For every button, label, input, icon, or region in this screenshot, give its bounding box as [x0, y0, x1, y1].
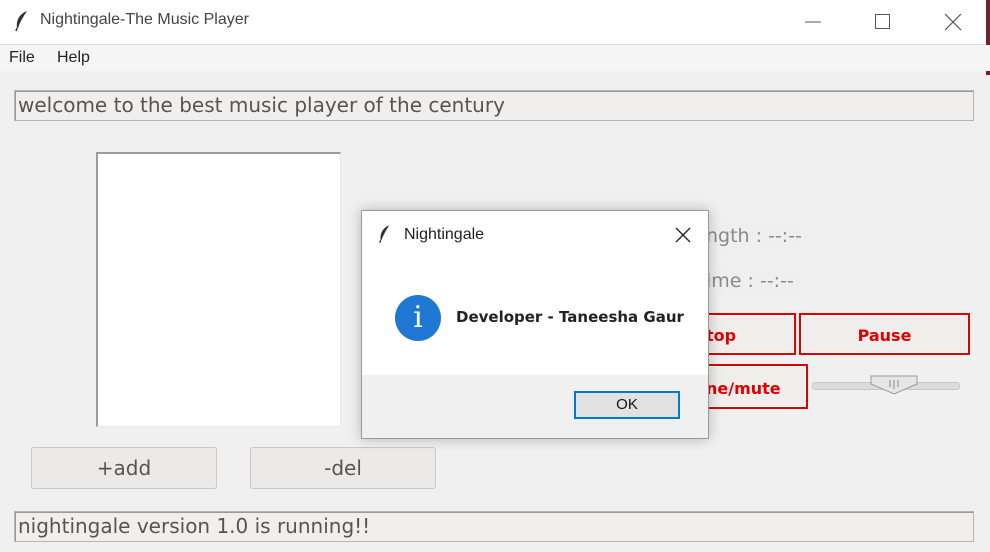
add-button[interactable]: +add [31, 447, 217, 489]
about-dialog: Nightingale i Developer - Taneesha Gaur … [361, 210, 709, 439]
feather-icon [14, 10, 30, 36]
time-label: ime : --:-- [706, 267, 802, 295]
feather-icon [378, 223, 392, 249]
close-button[interactable] [920, 0, 986, 44]
delete-button[interactable]: -del [250, 447, 436, 489]
minimize-icon [805, 21, 821, 23]
window-title: Nightingale-The Music Player [40, 11, 249, 28]
dialog-footer: OK [362, 375, 708, 438]
length-label: ngth : --:-- [706, 222, 802, 250]
ok-button[interactable]: OK [574, 391, 680, 419]
close-icon [675, 227, 691, 243]
welcome-bar: welcome to the best music player of the … [14, 90, 974, 121]
title-bar: Nightingale-The Music Player [0, 0, 990, 45]
menu-file[interactable]: File [9, 49, 35, 67]
slider-thumb-icon [870, 375, 918, 395]
pause-button[interactable]: Pause [799, 313, 970, 355]
status-bar: nightingale version 1.0 is running!! [14, 511, 974, 542]
dialog-close-button[interactable] [668, 221, 698, 249]
minimize-button[interactable] [780, 0, 846, 44]
close-icon [944, 13, 962, 31]
maximize-icon [875, 14, 890, 29]
menu-help[interactable]: Help [57, 49, 90, 67]
dialog-title: Nightingale [404, 226, 485, 243]
info-icon: i [395, 295, 441, 341]
volume-slider-thumb[interactable] [870, 375, 918, 399]
playlist-box[interactable] [96, 152, 341, 427]
menu-bar: File Help [0, 45, 990, 71]
maximize-button[interactable] [850, 0, 916, 44]
dialog-message: Developer - Taneesha Gaur [456, 308, 684, 326]
